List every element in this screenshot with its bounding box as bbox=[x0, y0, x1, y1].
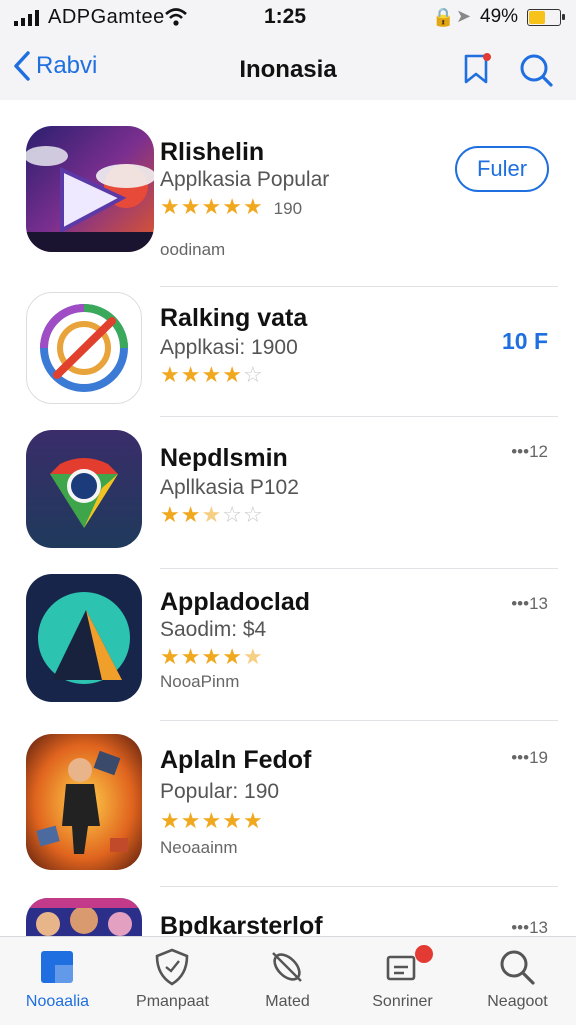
star-icon: ★ bbox=[201, 644, 223, 669]
star-icon: ★ bbox=[160, 644, 181, 669]
star-icon: ★ bbox=[222, 808, 243, 833]
star-icon: ★ bbox=[242, 644, 264, 669]
tab-label: Sonriner bbox=[372, 993, 433, 1010]
tab-label: Nooaalia bbox=[25, 993, 90, 1010]
list-item[interactable]: Rlishelin Applkasia Popular ★★★★★ 190 ood… bbox=[0, 124, 576, 287]
battery-percent: 49% bbox=[480, 6, 519, 27]
star-icon: ★ bbox=[222, 362, 243, 387]
app-subtitle: Applkasi: 1900 bbox=[160, 336, 298, 359]
app-subtitle: Popular: 190 bbox=[160, 780, 280, 803]
star-icon: ★ bbox=[180, 362, 202, 387]
row-divider bbox=[160, 286, 558, 287]
star-icon: ★ bbox=[242, 194, 264, 219]
star-rating: ★★★★★ bbox=[160, 644, 264, 670]
carrier-name: ADPGamtee bbox=[48, 6, 165, 28]
clock: 1:25 bbox=[264, 5, 307, 28]
app-subtitle: Applkasia Popular bbox=[160, 168, 330, 191]
star-icon: ☆ bbox=[242, 502, 264, 527]
star-icon: ★ bbox=[160, 194, 181, 219]
location-icon: ➤ bbox=[456, 6, 472, 26]
status-bar: ADPGamtee 1:25 🔒 ➤ 49% bbox=[0, 0, 576, 36]
app-icon-characters bbox=[26, 898, 142, 938]
app-subtitle: Saodim: $4 bbox=[160, 618, 267, 641]
app-name: Appladoclad bbox=[160, 588, 311, 616]
app-icon-play bbox=[26, 126, 154, 252]
search-icon bbox=[520, 54, 553, 87]
star-icon: ★ bbox=[201, 808, 223, 833]
row-divider bbox=[160, 886, 558, 887]
star-icon: ★ bbox=[180, 644, 202, 669]
more-button[interactable]: •••13 bbox=[511, 594, 548, 614]
star-icon: ☆ bbox=[222, 502, 243, 527]
star-icon: ★ bbox=[201, 194, 223, 219]
more-button[interactable]: •••12 bbox=[511, 442, 548, 462]
star-icon: ★ bbox=[160, 808, 181, 833]
list-item[interactable]: Nepdlsmin Apllkasia P102 ★★★☆☆ •••12 bbox=[0, 428, 576, 569]
star-icon: ★ bbox=[180, 194, 202, 219]
app-icon-hero bbox=[26, 734, 142, 870]
list-item[interactable]: Appladoclad Saodim: $4 ★★★★★ NooaPinm ••… bbox=[0, 574, 576, 724]
wishlist-button[interactable] bbox=[460, 52, 494, 91]
star-icon: ★ bbox=[160, 362, 181, 387]
search-icon bbox=[500, 950, 535, 985]
search-button[interactable] bbox=[518, 52, 554, 93]
app-extra: Neoaainm bbox=[160, 838, 238, 857]
star-icon: ★ bbox=[160, 502, 181, 527]
orientation-lock-icon: 🔒 bbox=[432, 7, 455, 27]
app-icon-browser bbox=[26, 430, 142, 548]
star-rating: ★★★★★ 190 bbox=[160, 194, 302, 220]
wifi-icon bbox=[165, 8, 187, 26]
tab-bar: Nooaalia Pmanpaat Mated Sonriner Neagoot bbox=[0, 936, 576, 1025]
tab-label: Mated bbox=[265, 993, 310, 1010]
tab-label: Neagoot bbox=[487, 993, 548, 1010]
row-divider bbox=[160, 720, 558, 721]
price-button[interactable]: 10 F bbox=[502, 328, 548, 355]
app-name: Ralking vata bbox=[160, 304, 308, 332]
rating-count: 190 bbox=[273, 199, 303, 218]
row-divider bbox=[160, 416, 558, 417]
app-extra: oodinam bbox=[160, 240, 226, 259]
star-rating: ★★★☆☆ bbox=[160, 502, 264, 528]
more-button[interactable]: •••13 bbox=[511, 918, 548, 938]
list-item[interactable]: Ralking vata Applkasi: 1900 ★★★★☆ 10 F bbox=[0, 290, 576, 420]
star-icon: ★ bbox=[180, 808, 202, 833]
star-icon: ★ bbox=[222, 644, 243, 669]
app-name: Nepdlsmin bbox=[160, 444, 288, 472]
list-item[interactable]: Bpdkarsterlof •••13 bbox=[0, 898, 576, 940]
star-icon: ★ bbox=[222, 194, 243, 219]
signal-icon bbox=[14, 10, 39, 26]
tab-today[interactable]: Nooaalia bbox=[0, 937, 115, 1025]
star-rating: ★★★★★ bbox=[160, 808, 264, 834]
shield-icon bbox=[155, 948, 189, 986]
star-icon: ★ bbox=[201, 502, 223, 527]
star-icon: ☆ bbox=[242, 362, 264, 387]
battery-icon bbox=[527, 9, 565, 26]
star-icon: ★ bbox=[242, 808, 264, 833]
more-button[interactable]: •••19 bbox=[511, 748, 548, 768]
star-icon: ★ bbox=[201, 362, 223, 387]
list-item[interactable]: Aplaln Fedof Popular: 190 ★★★★★ Neoaainm… bbox=[0, 732, 576, 892]
tab-games[interactable]: Mated bbox=[230, 937, 345, 1025]
tab-search[interactable]: Neagoot bbox=[460, 937, 575, 1025]
app-subtitle: Apllkasia P102 bbox=[160, 476, 299, 499]
app-extra: NooaPinm bbox=[160, 672, 240, 691]
star-icon: ★ bbox=[180, 502, 202, 527]
row-divider bbox=[160, 568, 558, 569]
today-icon bbox=[41, 951, 73, 983]
tab-label: Pmanpaat bbox=[136, 993, 209, 1010]
bookmark-badge-icon bbox=[464, 53, 491, 84]
app-name: Rlishelin bbox=[160, 138, 265, 166]
star-rating: ★★★★☆ bbox=[160, 362, 264, 388]
games-icon bbox=[272, 952, 302, 982]
tab-updates[interactable]: Sonriner bbox=[345, 937, 460, 1025]
get-button[interactable]: Fuler bbox=[455, 146, 549, 192]
app-name: Aplaln Fedof bbox=[160, 746, 312, 774]
navigation-bar: Rabvi Inonasia bbox=[0, 36, 576, 100]
app-icon-compass bbox=[26, 292, 142, 404]
tab-shield[interactable]: Pmanpaat bbox=[115, 937, 230, 1025]
app-icon-triangle bbox=[26, 574, 142, 702]
notification-badge bbox=[415, 945, 433, 963]
